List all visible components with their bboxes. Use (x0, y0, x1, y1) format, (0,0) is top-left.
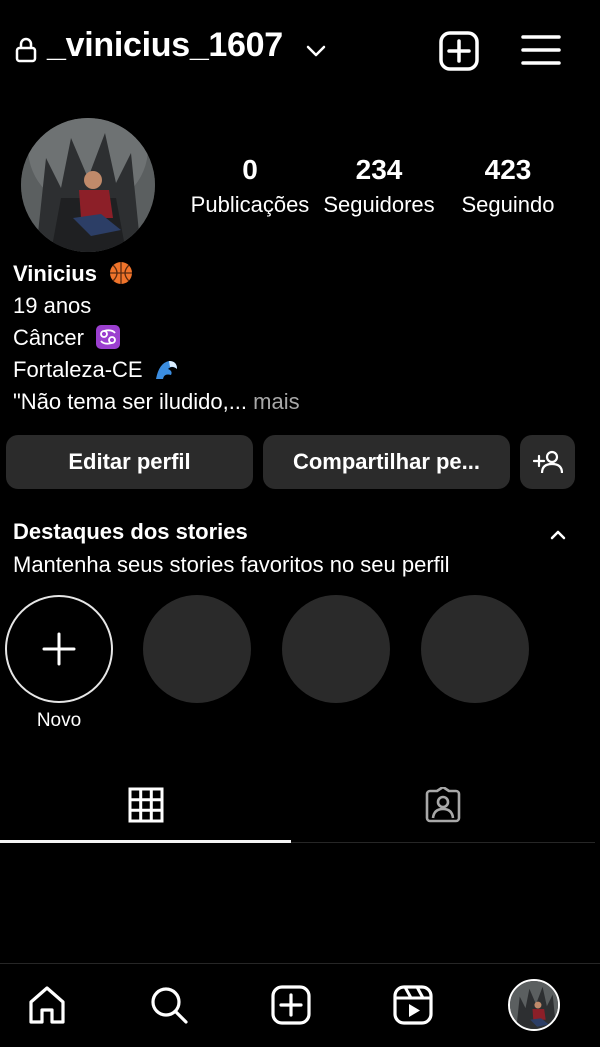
posts-label: Publicações (190, 192, 310, 217)
bio-sign-text: Câncer (13, 325, 84, 350)
highlight-placeholder (421, 595, 529, 703)
nav-reels[interactable] (390, 982, 436, 1028)
highlight-placeholder (143, 595, 251, 703)
edit-profile-button[interactable]: Editar perfil (6, 435, 253, 489)
posts-count: 0 (242, 154, 258, 185)
profile-avatar-thumb (510, 981, 558, 1029)
following-count: 423 (484, 154, 532, 185)
create-post-icon[interactable] (439, 31, 479, 71)
highlights-subtitle: Mantenha seus stories favoritos no seu p… (13, 552, 450, 577)
bio-line-age: 19 anos (13, 290, 583, 322)
new-highlight-label: Novo (36, 710, 82, 731)
highlights-title: Destaques dos stories (13, 519, 248, 544)
nav-search[interactable] (146, 982, 192, 1028)
bio-location-text: Fortaleza-CE (13, 357, 143, 382)
following-label: Seguindo (461, 192, 555, 217)
nav-profile-avatar[interactable] (508, 979, 560, 1031)
grid-icon (128, 787, 163, 823)
bottom-nav (0, 963, 600, 1047)
nav-create[interactable] (268, 982, 314, 1028)
followers-stat[interactable]: 234 Seguidores (314, 152, 444, 222)
followers-label: Seguidores (323, 192, 435, 217)
profile-avatar[interactable] (21, 118, 155, 252)
display-name: Vinicius (13, 261, 97, 286)
bio-quote-line: "Não tema ser iludido,... mais (13, 386, 583, 418)
bio-name-line: Vinicius (13, 258, 583, 290)
chevron-up-icon[interactable] (546, 523, 570, 547)
reels-icon (393, 985, 433, 1025)
basketball-icon (110, 262, 133, 284)
profile-username[interactable]: _vinicius_1607 (47, 26, 283, 65)
active-tab-indicator (0, 840, 291, 843)
tab-tagged[interactable] (291, 770, 595, 840)
posts-stat[interactable]: 0 Publicações (185, 152, 315, 222)
bio-more-link[interactable]: mais (247, 389, 299, 414)
search-icon (151, 987, 188, 1024)
nav-home[interactable] (24, 982, 70, 1028)
suggest-people-button[interactable] (520, 435, 575, 489)
menu-icon[interactable] (520, 32, 562, 68)
bio-quote: "Não tema ser iludido,... (13, 389, 248, 414)
bio-line-sign: Câncer (13, 322, 583, 354)
bio-age-text: 19 anos (13, 293, 92, 318)
chevron-down-icon[interactable] (304, 39, 328, 63)
profile-screen: _vinicius_1607 0 Publicações 234 Seguido… (0, 0, 600, 1047)
share-profile-button[interactable]: Compartilhar pe... (263, 435, 510, 489)
plus-icon (42, 632, 76, 666)
home-icon (29, 986, 65, 1024)
new-highlight-button[interactable] (5, 595, 113, 703)
lock-icon (15, 37, 37, 63)
following-stat[interactable]: 423 Seguindo (443, 152, 573, 222)
avatar-photo (21, 118, 155, 252)
add-person-icon (532, 450, 563, 474)
header: _vinicius_1607 (0, 0, 600, 100)
tagged-icon (425, 787, 461, 823)
highlight-placeholder (282, 595, 390, 703)
bio: Vinicius 19 anos Câncer Fortaleza-CE "Nã… (13, 258, 583, 418)
bio-line-location: Fortaleza-CE (13, 354, 583, 386)
wave-icon (155, 361, 177, 379)
create-icon (271, 985, 311, 1025)
cancer-zodiac-icon (96, 325, 121, 349)
tab-posts-grid[interactable] (0, 770, 291, 840)
tab-divider (291, 842, 595, 843)
followers-count: 234 (355, 154, 403, 185)
